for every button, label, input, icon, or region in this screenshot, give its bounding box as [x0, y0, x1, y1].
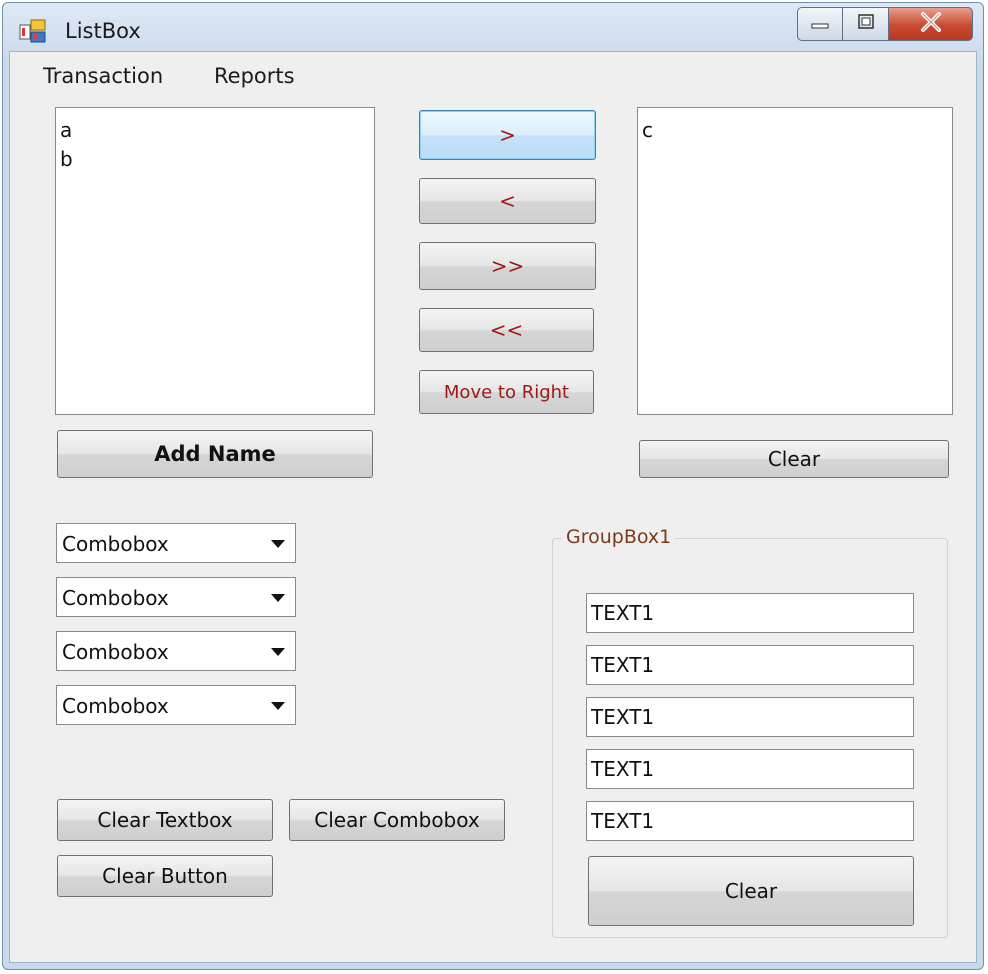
- combobox-1[interactable]: Combobox: [56, 523, 296, 563]
- text-field-5[interactable]: [586, 801, 914, 841]
- move-to-right-button[interactable]: Move to Right: [419, 370, 594, 414]
- groupbox-title: GroupBox1: [562, 526, 676, 548]
- groupbox-clear-button[interactable]: Clear: [588, 856, 914, 926]
- right-listbox[interactable]: c: [637, 107, 953, 415]
- move-all-right-button[interactable]: >>: [419, 242, 596, 290]
- combobox-4[interactable]: Combobox: [56, 685, 296, 725]
- windows-form-icon: [19, 19, 47, 45]
- list-item[interactable]: b: [60, 145, 370, 174]
- left-listbox[interactable]: a b: [55, 107, 375, 415]
- clear-textbox-button[interactable]: Clear Textbox: [57, 799, 273, 841]
- text-field-2[interactable]: [586, 645, 914, 685]
- chevron-down-icon[interactable]: [271, 648, 285, 656]
- text-field-3[interactable]: [586, 697, 914, 737]
- text-field-1[interactable]: [586, 593, 914, 633]
- close-icon: [919, 12, 943, 36]
- menu-transaction[interactable]: Transaction: [43, 64, 163, 88]
- form-client-area: Transaction Reports a b > < >> << Move t…: [9, 51, 977, 963]
- combobox-3[interactable]: Combobox: [56, 631, 296, 671]
- chevron-down-icon[interactable]: [271, 702, 285, 710]
- close-button[interactable]: [889, 7, 973, 41]
- add-name-button[interactable]: Add Name: [57, 430, 373, 478]
- window-title: ListBox: [65, 19, 141, 43]
- text-field-4[interactable]: [586, 749, 914, 789]
- move-selected-left-button[interactable]: <: [419, 178, 596, 224]
- minimize-button[interactable]: [797, 7, 843, 41]
- title-bar[interactable]: ListBox: [3, 3, 983, 47]
- list-item[interactable]: c: [642, 116, 948, 145]
- minimize-icon: [810, 15, 830, 34]
- app-window: ListBox Transaction Reports a b > < >> <…: [2, 2, 984, 970]
- combobox-2[interactable]: Combobox: [56, 577, 296, 617]
- menu-reports[interactable]: Reports: [214, 64, 295, 88]
- move-all-left-button[interactable]: <<: [419, 308, 594, 352]
- maximize-icon: [856, 13, 876, 35]
- clear-combobox-button[interactable]: Clear Combobox: [289, 799, 505, 841]
- clear-button-button[interactable]: Clear Button: [57, 855, 273, 897]
- chevron-down-icon[interactable]: [271, 540, 285, 548]
- list-item[interactable]: a: [60, 116, 370, 145]
- clear-list-button[interactable]: Clear: [639, 440, 949, 478]
- caption-buttons: [797, 7, 973, 43]
- combobox-value: Combobox: [62, 532, 169, 556]
- maximize-button[interactable]: [843, 7, 889, 41]
- move-selected-right-button[interactable]: >: [419, 110, 596, 160]
- combobox-value: Combobox: [62, 694, 169, 718]
- combobox-value: Combobox: [62, 586, 169, 610]
- combobox-value: Combobox: [62, 640, 169, 664]
- chevron-down-icon[interactable]: [271, 594, 285, 602]
